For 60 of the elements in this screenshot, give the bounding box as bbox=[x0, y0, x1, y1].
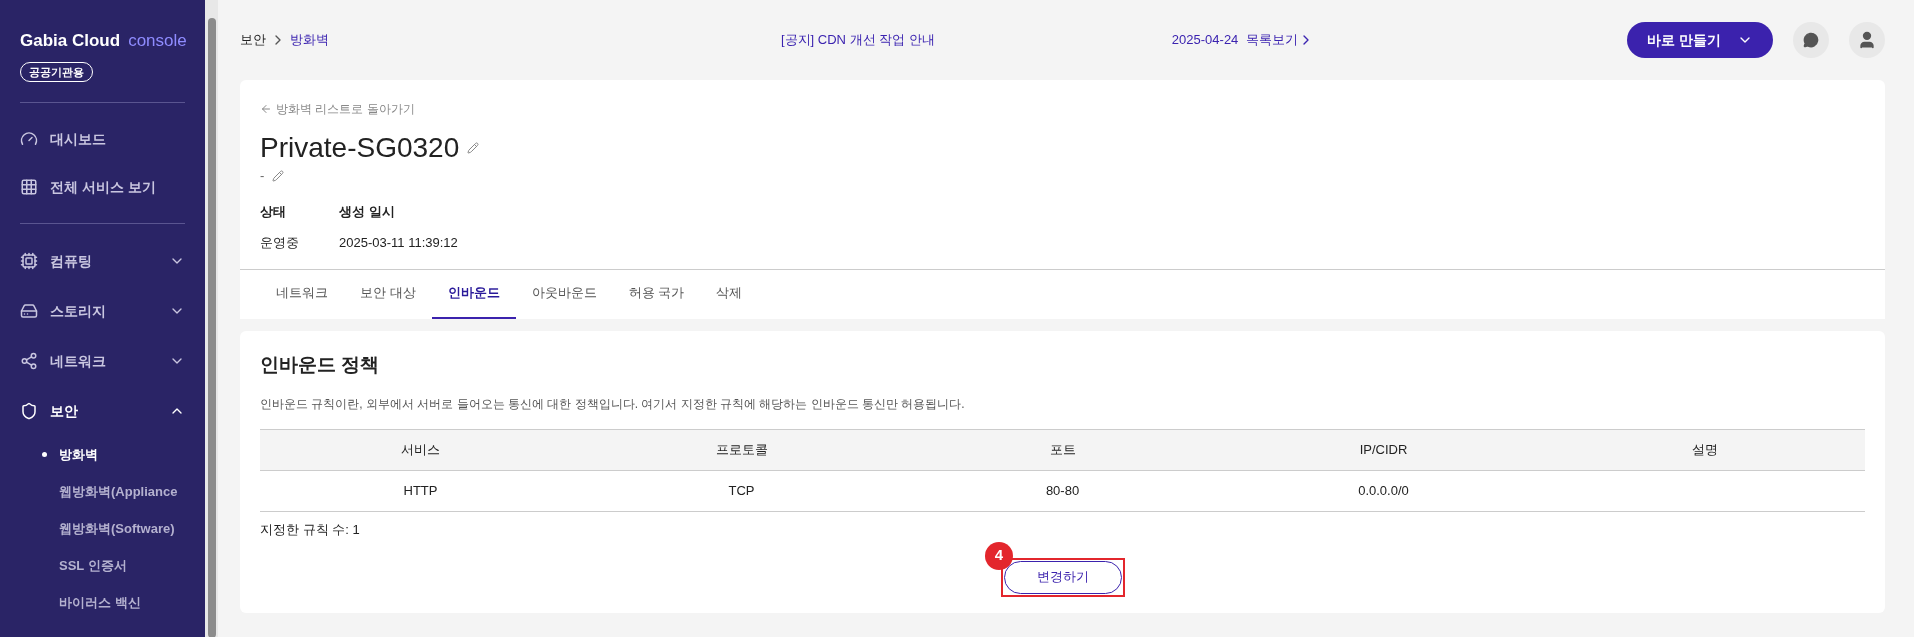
brand-logo: Gabia Cloud bbox=[20, 30, 121, 52]
profile-button[interactable] bbox=[1849, 22, 1885, 58]
pencil-icon[interactable] bbox=[467, 142, 480, 154]
drive-icon bbox=[20, 302, 38, 320]
table-cell: 80-80 bbox=[902, 470, 1223, 512]
sidebar-subitem[interactable]: 바이러스 백신 bbox=[20, 584, 185, 621]
tab[interactable]: 아웃바운드 bbox=[515, 269, 613, 319]
section-description: 인바운드 규칙이란, 외부에서 서버로 들어오는 통신에 대한 정책입니다. 여기서 지정한 규칙에 해당하는 인바운드 통신만 허용됩니다. bbox=[260, 396, 966, 413]
page-title: Private-SG0320 bbox=[260, 134, 460, 162]
tab[interactable]: 허용 국가 bbox=[612, 269, 701, 319]
table-cell: TCP bbox=[581, 470, 902, 512]
field-label: 상태 bbox=[260, 202, 287, 221]
tab[interactable]: 네트워크 bbox=[260, 269, 344, 319]
notice-link[interactable]: [공지] CDN 개선 작업 안내 bbox=[781, 30, 935, 50]
sidebar-subitem[interactable]: SSL 인증서 bbox=[20, 547, 185, 584]
sidebar-group[interactable]: 보안 bbox=[20, 386, 185, 436]
tab[interactable]: 보안 대상 bbox=[344, 269, 432, 319]
step-badge: 4 bbox=[985, 541, 1013, 570]
notice-date: 2025-04-24 bbox=[1171, 31, 1239, 50]
rule-count: 지정한 규칙 수: 1 bbox=[260, 521, 361, 539]
field-value: 운영중 bbox=[260, 234, 299, 252]
column-header: 설명 bbox=[1544, 429, 1865, 471]
chip-icon bbox=[20, 252, 38, 270]
column-header: 서비스 bbox=[260, 429, 581, 471]
arrow-left-icon bbox=[260, 103, 272, 115]
create-button[interactable]: 바로 만들기 bbox=[1627, 22, 1773, 58]
sidebar-subitem[interactable]: 웹방화벽(Appliance bbox=[20, 473, 185, 510]
column-header: 포트 bbox=[902, 429, 1223, 471]
grid-icon bbox=[20, 178, 38, 196]
sidebar-group[interactable]: 네트워크 bbox=[20, 336, 185, 386]
gauge-icon bbox=[20, 130, 38, 148]
breadcrumb-current[interactable]: 방화벽 bbox=[290, 30, 329, 50]
sidebar-subitem[interactable]: 방화벽 bbox=[20, 436, 185, 473]
tab[interactable]: 인바운드 bbox=[431, 269, 516, 319]
table-cell: HTTP bbox=[260, 470, 581, 512]
column-header: IP/CIDR bbox=[1223, 429, 1544, 471]
sidebar-group[interactable]: 컴퓨팅 bbox=[20, 236, 185, 286]
chat-button[interactable] bbox=[1793, 22, 1829, 58]
field-value: 2025-03-11 11:39:12 bbox=[339, 234, 458, 252]
field-label: 생성 일시 bbox=[339, 202, 396, 221]
sidebar-item[interactable]: 대시보드 bbox=[20, 115, 185, 163]
pencil-icon[interactable] bbox=[272, 169, 285, 182]
section-title: 인바운드 정책 bbox=[260, 352, 381, 377]
network-icon bbox=[20, 352, 38, 370]
sidebar-item[interactable]: 전체 서비스 보기 bbox=[20, 163, 185, 211]
scrollbar[interactable] bbox=[205, 0, 218, 637]
table-cell: 0.0.0.0/0 bbox=[1223, 470, 1544, 512]
product-name: console bbox=[128, 30, 187, 52]
tab[interactable]: 삭제 bbox=[700, 269, 759, 319]
sidebar-subitem[interactable]: 웹방화벽(Software) bbox=[20, 510, 185, 547]
sidebar-group[interactable]: 스토리지 bbox=[20, 286, 185, 336]
column-header: 프로토콜 bbox=[581, 429, 902, 471]
description-text: - bbox=[260, 167, 265, 185]
breadcrumb-item[interactable]: 보안 bbox=[240, 30, 266, 50]
chat-icon bbox=[1803, 32, 1819, 48]
back-link[interactable]: 방화벽 리스트로 돌아가기 bbox=[260, 100, 1865, 118]
change-button[interactable]: 변경하기 bbox=[1004, 560, 1122, 594]
user-icon bbox=[1857, 30, 1877, 50]
list-link[interactable]: 목록보기 bbox=[1246, 30, 1315, 50]
shield-icon bbox=[20, 402, 38, 420]
